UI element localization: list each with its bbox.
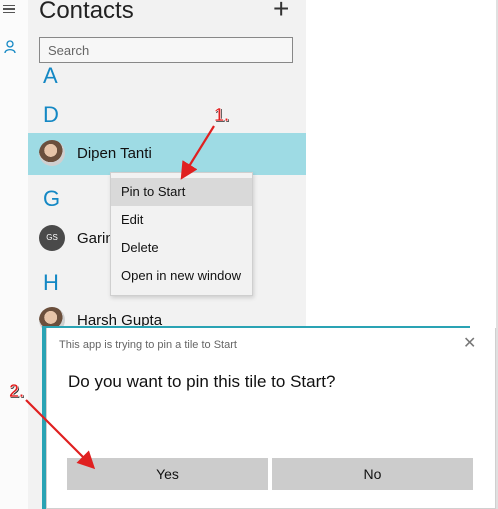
pin-tile-dialog: This app is trying to pin a tile to Star…	[46, 328, 496, 509]
search-box[interactable]	[39, 37, 293, 63]
contact-name: Dipen Tanti	[77, 145, 152, 162]
close-icon[interactable]: ✕	[463, 333, 476, 353]
dialog-caption: This app is trying to pin a tile to Star…	[59, 339, 237, 351]
person-icon[interactable]	[4, 40, 16, 54]
left-rail	[0, 0, 28, 509]
menu-item-edit[interactable]: Edit	[111, 206, 252, 234]
group-header-d[interactable]: D	[43, 102, 59, 128]
contact-name: Garin	[77, 230, 114, 247]
contact-row-dipen-tanti[interactable]: Dipen Tanti	[28, 133, 306, 175]
hamburger-menu-icon[interactable]	[3, 3, 15, 15]
group-header-h[interactable]: H	[43, 270, 59, 296]
search-input[interactable]	[40, 38, 292, 62]
menu-item-pin-to-start[interactable]: Pin to Start	[111, 178, 252, 206]
group-header-a[interactable]: A	[43, 63, 58, 83]
avatar: GS	[39, 225, 65, 251]
yes-button[interactable]: Yes	[67, 458, 268, 490]
no-button[interactable]: No	[272, 458, 473, 490]
step-2-label: 2.	[9, 381, 25, 402]
menu-item-delete[interactable]: Delete	[111, 234, 252, 262]
group-header-g[interactable]: G	[43, 186, 60, 212]
dialog-message: Do you want to pin this tile to Start?	[68, 372, 336, 391]
add-contact-button[interactable]: +	[273, 0, 289, 25]
context-menu: Pin to Start Edit Delete Open in new win…	[110, 172, 253, 296]
avatar	[39, 140, 65, 166]
menu-item-open-in-new-window[interactable]: Open in new window	[111, 262, 252, 290]
step-1-label: 1.	[214, 105, 230, 126]
page-title: Contacts	[39, 0, 134, 24]
